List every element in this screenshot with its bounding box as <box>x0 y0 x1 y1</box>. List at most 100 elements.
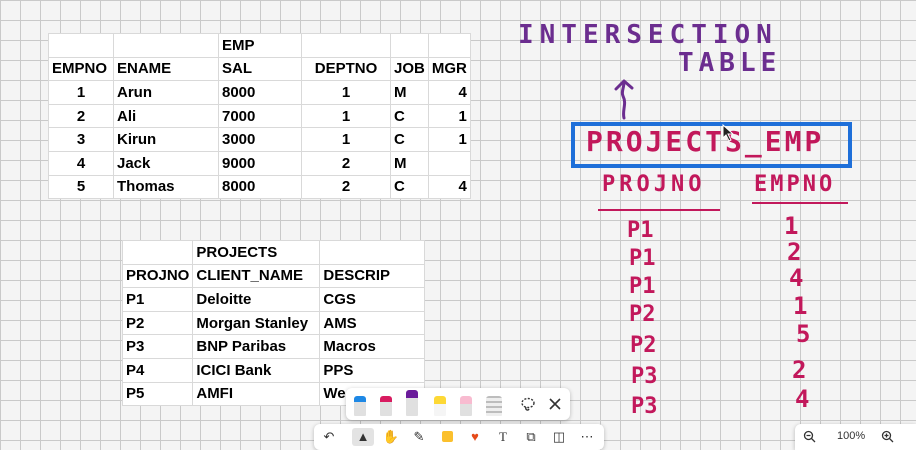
projects-table-title: PROJECTS <box>192 240 321 265</box>
column-header: CLIENT_NAME <box>192 263 321 289</box>
table-cell: CGS <box>319 287 426 312</box>
table-cell: Arun <box>113 80 219 105</box>
table-cell: 7000 <box>218 103 302 129</box>
table-row: P1 Deloitte CGS <box>121 287 426 312</box>
table-cell: 3000 <box>218 127 302 152</box>
table-row: P3 BNP Paribas Macros <box>121 334 426 359</box>
table-cell: 8000 <box>218 174 302 200</box>
projno-value: P3 <box>631 364 658 389</box>
purple-pen-icon[interactable] <box>406 390 418 416</box>
handwritten-empno-header: EMPNO <box>754 172 836 197</box>
sticky-note-icon[interactable] <box>436 428 458 446</box>
table-cell: AMS <box>319 310 426 336</box>
table-cell: 1 <box>301 80 391 105</box>
table-header-row: PROJNO CLIENT_NAME DESCRIP <box>121 263 426 289</box>
table-row: 3 Kirun 3000 1 C 1 <box>48 127 471 152</box>
emp-table: EMP EMPNO ENAME SAL DEPTNO JOB MGR 1 Aru… <box>48 33 471 200</box>
table-row: P4 ICICI Bank PPS <box>121 357 426 383</box>
empno-value: 1 <box>784 212 799 240</box>
table-cell: PPS <box>319 357 426 383</box>
zoom-controls: 100% <box>795 424 916 450</box>
zoom-level[interactable]: 100% <box>837 430 865 442</box>
table-row: P2 Morgan Stanley AMS <box>121 310 426 336</box>
empno-value: 2 <box>792 356 807 384</box>
table-cell: C <box>390 174 429 200</box>
zoom-out-icon[interactable] <box>803 430 816 443</box>
table-cell: Deloitte <box>192 287 321 312</box>
lasso-icon[interactable] <box>520 396 536 412</box>
column-header: JOB <box>390 56 429 82</box>
table-cell: 3 <box>48 127 114 152</box>
yellow-highlighter-icon[interactable] <box>434 396 446 416</box>
table-cell: 8000 <box>218 80 302 105</box>
table-cell: P4 <box>121 357 194 383</box>
column-header: MGR <box>427 56 471 82</box>
bottom-toolbar: ↶ ▲ ✋ ✎ ♥ T ⧉ ◫ ⋯ <box>314 424 604 450</box>
pen-icon[interactable]: ✎ <box>408 428 430 446</box>
up-arrow-ink <box>614 79 634 120</box>
projno-underline <box>598 209 720 211</box>
empno-value: 2 <box>787 238 802 266</box>
table-row: 1 Arun 8000 1 M 4 <box>48 80 471 105</box>
shapes-icon[interactable]: ⧉ <box>520 428 542 446</box>
table-cell: AMFI <box>192 381 321 407</box>
reaction-icon[interactable]: ♥ <box>464 428 486 446</box>
frame-icon[interactable]: ◫ <box>548 428 570 446</box>
empno-value: 4 <box>795 385 810 413</box>
column-header: EMPNO <box>48 56 114 82</box>
undo-icon[interactable]: ↶ <box>318 428 340 446</box>
table-cell: M <box>390 80 429 105</box>
table-cell: C <box>390 127 429 152</box>
table-cell: 2 <box>48 103 114 129</box>
column-header: SAL <box>218 56 302 82</box>
table-row: 5 Thomas 8000 2 C 4 <box>48 174 471 200</box>
table-cell: Ali <box>113 103 219 129</box>
close-icon[interactable] <box>548 397 562 411</box>
table-cell: P1 <box>121 287 194 312</box>
table-cell: P3 <box>121 334 194 359</box>
table-title-row: PROJECTS <box>121 240 426 265</box>
projects-table: PROJECTS PROJNO CLIENT_NAME DESCRIP P1 D… <box>121 240 426 407</box>
eraser-icon[interactable] <box>460 396 472 416</box>
table-cell: 1 <box>427 127 471 152</box>
column-header: PROJNO <box>121 263 194 289</box>
projno-value: P2 <box>630 333 657 358</box>
hand-icon[interactable]: ✋ <box>380 428 402 446</box>
more-icon[interactable]: ⋯ <box>576 428 598 446</box>
zoom-in-icon[interactable] <box>881 430 894 443</box>
handwritten-projno-header: PROJNO <box>602 172 706 197</box>
text-icon[interactable]: T <box>492 428 514 446</box>
table-cell: 1 <box>48 80 114 105</box>
emp-table-title: EMP <box>218 33 302 58</box>
blue-pen-icon[interactable] <box>354 396 366 416</box>
projno-value: P2 <box>629 302 656 327</box>
table-cell: P2 <box>121 310 194 336</box>
column-header: DESCRIP <box>319 263 426 289</box>
pen-tray <box>346 388 570 420</box>
empno-underline <box>752 202 848 204</box>
projno-value: P1 <box>629 274 656 299</box>
table-cell: 2 <box>301 174 391 200</box>
column-header: DEPTNO <box>301 56 391 82</box>
table-cell: 4 <box>427 174 471 200</box>
mouse-cursor-icon <box>722 124 735 142</box>
table-cell: M <box>390 150 429 176</box>
red-pen-icon[interactable] <box>380 396 392 416</box>
handwritten-title-line1: INTERSECTION <box>518 20 778 50</box>
select-icon[interactable]: ▲ <box>352 428 374 446</box>
column-header: ENAME <box>113 56 219 82</box>
table-cell: 9000 <box>218 150 302 176</box>
empno-value: 5 <box>796 320 811 348</box>
table-cell: Morgan Stanley <box>192 310 321 336</box>
empno-value: 4 <box>789 264 804 292</box>
table-cell: 5 <box>48 174 114 200</box>
table-row: 4 Jack 9000 2 M <box>48 150 471 176</box>
table-cell: 1 <box>427 103 471 129</box>
ruler-icon[interactable] <box>486 396 502 416</box>
table-title-row: EMP <box>48 33 471 58</box>
table-row: 2 Ali 7000 1 C 1 <box>48 103 471 129</box>
table-cell: BNP Paribas <box>192 334 321 359</box>
handwritten-box-label: PROJECTS_EMP <box>586 125 825 158</box>
handwritten-title-line2: TABLE <box>678 48 782 78</box>
table-cell: 1 <box>301 103 391 129</box>
